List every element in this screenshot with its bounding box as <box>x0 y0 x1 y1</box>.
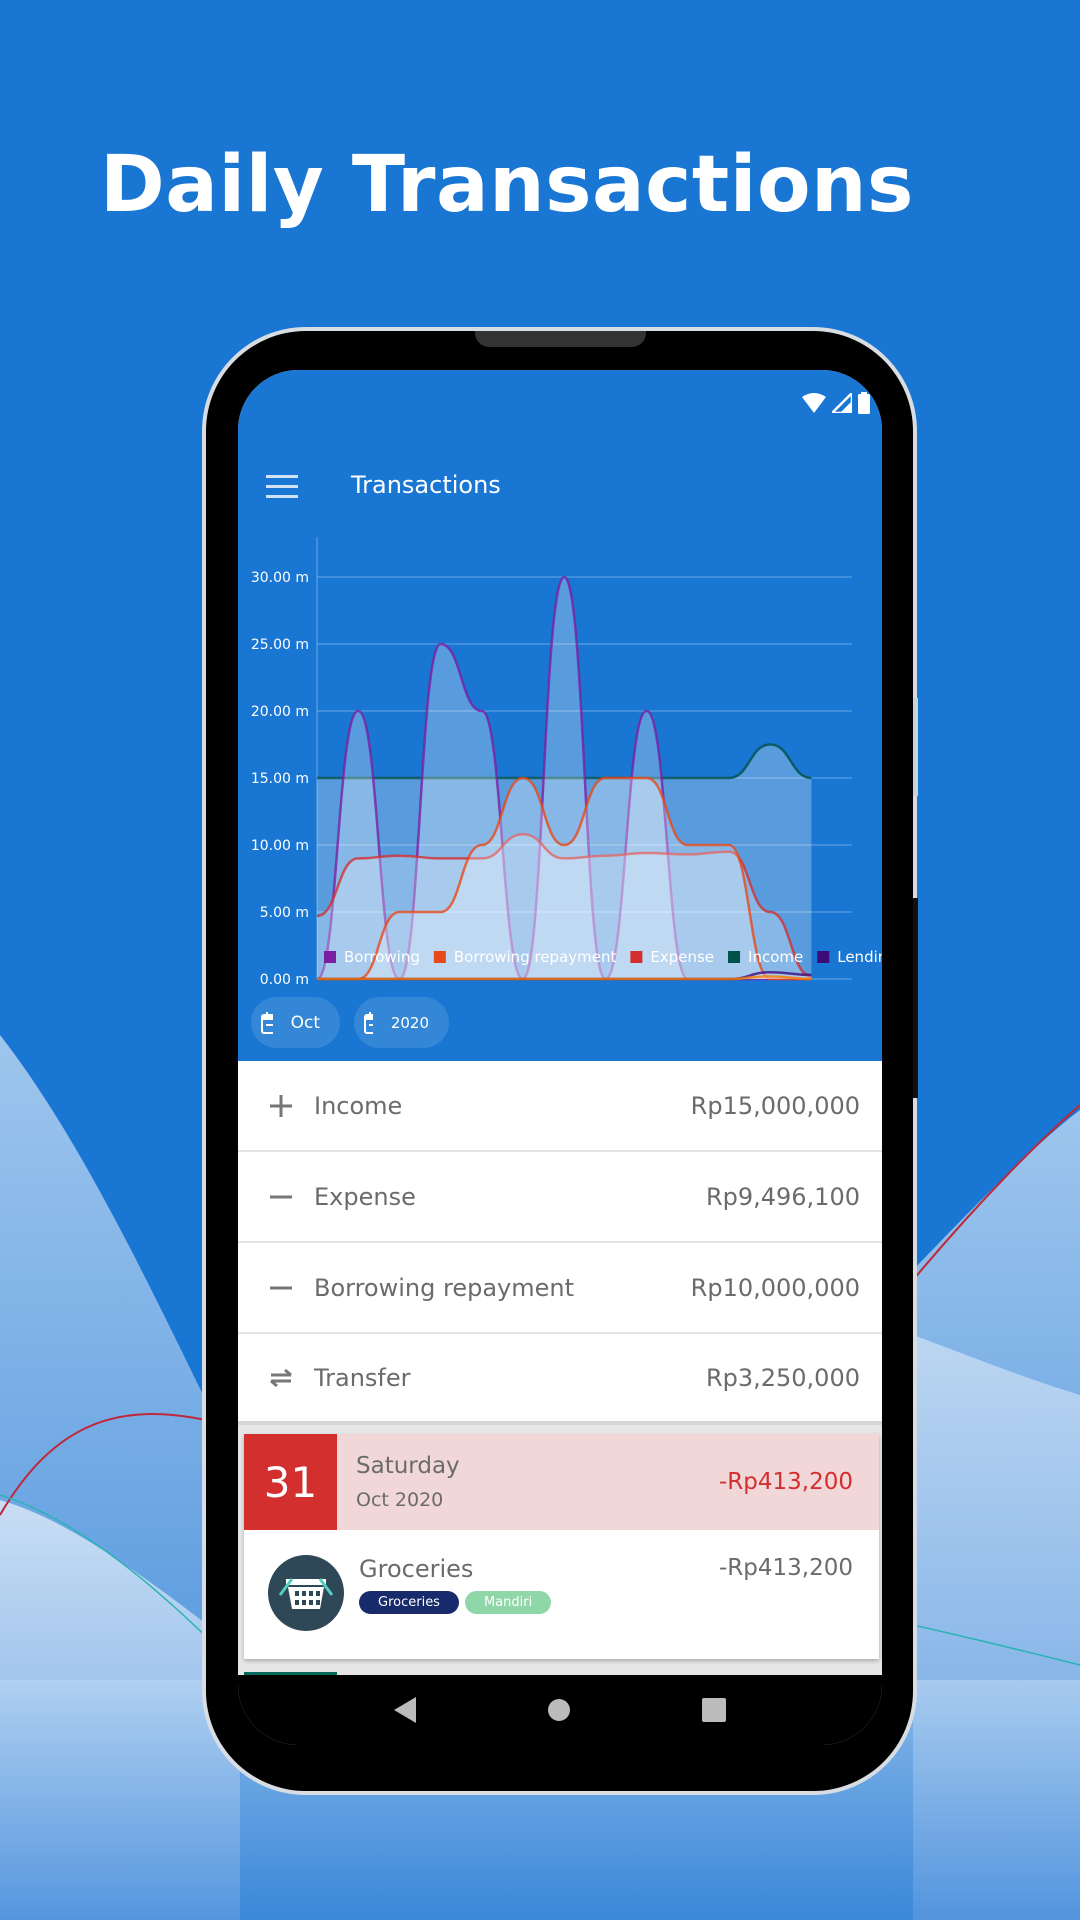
summary-label: Transfer <box>314 1363 411 1392</box>
recents-icon[interactable] <box>702 1698 727 1722</box>
summary-row-income[interactable]: Income Rp15,000,000 <box>238 1061 882 1152</box>
summary-row-borrowing-repayment[interactable]: Borrowing repayment Rp10,000,000 <box>238 1243 882 1334</box>
summary-label: Expense <box>314 1182 416 1211</box>
category-tag: Groceries <box>359 1591 459 1614</box>
summary-row-expense[interactable]: Expense Rp9,496,100 <box>238 1152 882 1243</box>
summary-value: Rp15,000,000 <box>690 1091 860 1120</box>
legend-swatch <box>630 951 643 963</box>
minus-icon <box>266 1185 296 1209</box>
phone-notch <box>475 331 646 347</box>
transaction-name: Groceries <box>359 1555 474 1583</box>
transfer-icon <box>266 1366 296 1390</box>
y-tick-label: 5.00 m <box>260 905 309 921</box>
summary-value: Rp3,250,000 <box>705 1363 860 1392</box>
y-tick-label: 30.00 m <box>251 570 309 586</box>
account-tag: Mandiri <box>464 1591 552 1614</box>
day-number: 31 <box>244 1434 337 1530</box>
summary-label: Borrowing repayment <box>314 1273 575 1302</box>
month-filter-label: Oct <box>290 1012 320 1033</box>
y-tick-label: 0.00 m <box>260 972 309 988</box>
y-tick-label: 20.00 m <box>251 704 309 720</box>
legend-label: Income <box>748 948 803 966</box>
day-card: 31 Saturday Oct 2020 -Rp413,200 Grocerie… <box>244 1434 879 1659</box>
plus-icon <box>266 1094 296 1118</box>
calendar-icon <box>364 1011 373 1034</box>
y-tick-label: 10.00 m <box>251 838 309 854</box>
summary-value: Rp10,000,000 <box>690 1273 860 1302</box>
day-month-year: Oct 2020 <box>356 1489 444 1511</box>
legend-label: Borrowing <box>344 948 420 966</box>
back-icon[interactable] <box>393 1697 416 1723</box>
day-header[interactable]: 31 Saturday Oct 2020 -Rp413,200 <box>244 1434 879 1530</box>
legend-label: Borrowing repayment <box>454 948 617 966</box>
summary-list: Income Rp15,000,000 Expense Rp9,496,100 … <box>238 1061 882 1425</box>
legend-swatch <box>817 951 830 963</box>
transaction-item[interactable]: Groceries Groceries Mandiri -Rp413,200 <box>244 1530 879 1631</box>
month-filter-chip[interactable]: Oct <box>251 997 340 1048</box>
day-weekday: Saturday <box>356 1453 460 1479</box>
year-filter-label: 2020 <box>390 1013 429 1032</box>
legend-swatch <box>728 951 741 963</box>
legend-label: Lending <box>837 948 882 966</box>
legend-swatch <box>324 951 336 963</box>
year-filter-chip[interactable]: 2020 <box>354 997 449 1048</box>
minus-icon <box>266 1276 296 1300</box>
legend-swatch <box>433 951 446 963</box>
legend-label: Expense <box>650 948 714 966</box>
calendar-icon <box>261 1011 273 1034</box>
transactions-chart: 0.00 m 5.00 m 10.00 m 15.00 m 20.00 m 25.00 m… <box>251 537 882 988</box>
basket-icon <box>268 1555 344 1631</box>
summary-row-transfer[interactable]: Transfer Rp3,250,000 <box>238 1334 882 1425</box>
y-tick-label: 15.00 m <box>251 771 309 787</box>
app-header: Transactions 0.00 m 5.00 m 10.00 m 15.00 m2… <box>238 370 882 1061</box>
phone-screen: Transactions 0.00 m 5.00 m 10.00 m 15.00 m2… <box>238 370 882 1745</box>
transaction-amount: -Rp413,200 <box>719 1555 853 1581</box>
volume-button <box>913 698 918 796</box>
navigation-bar <box>238 1675 882 1745</box>
home-icon[interactable] <box>547 1698 571 1722</box>
y-tick-label: 25.00 m <box>251 637 309 653</box>
headline: Daily Transactions <box>100 140 914 230</box>
summary-value: Rp9,496,100 <box>705 1182 860 1211</box>
power-button <box>913 898 918 1098</box>
summary-label: Income <box>314 1091 403 1120</box>
day-total: -Rp413,200 <box>719 1469 853 1495</box>
